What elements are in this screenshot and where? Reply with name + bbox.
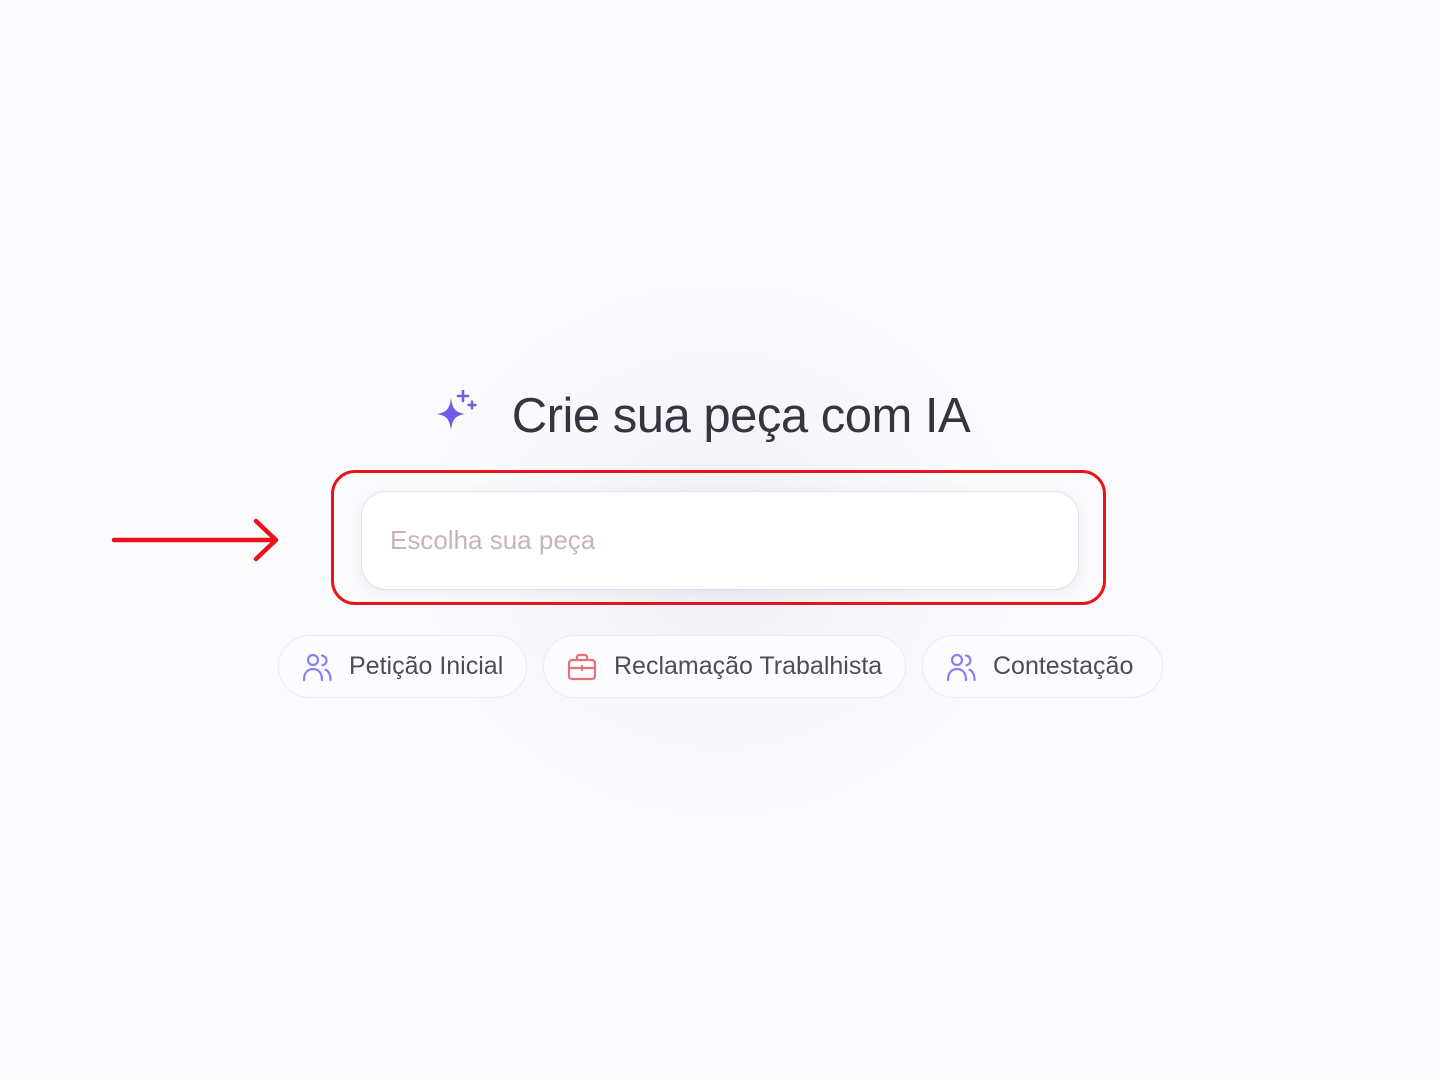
suggestion-chips: Petição Inicial Reclamação Trabalhista C… xyxy=(278,635,1163,698)
hero-header: Crie sua peça com IA xyxy=(0,383,1440,449)
chip-label: Contestação xyxy=(993,652,1134,680)
page-title: Crie sua peça com IA xyxy=(511,388,971,443)
users-icon xyxy=(301,651,333,683)
chip-contestacao[interactable]: Contestação xyxy=(922,635,1163,698)
search-input[interactable] xyxy=(362,492,1078,589)
users-icon xyxy=(945,651,977,683)
arrow-right-icon xyxy=(111,518,279,562)
chip-reclamacao-trabalhista[interactable]: Reclamação Trabalhista xyxy=(543,635,906,698)
search-box[interactable] xyxy=(362,492,1078,589)
briefcase-icon xyxy=(566,651,598,683)
sparkle-icon xyxy=(436,390,477,430)
chip-label: Reclamação Trabalhista xyxy=(614,652,883,680)
chip-label: Petição Inicial xyxy=(349,652,504,680)
chip-peticao-inicial[interactable]: Petição Inicial xyxy=(278,635,527,698)
